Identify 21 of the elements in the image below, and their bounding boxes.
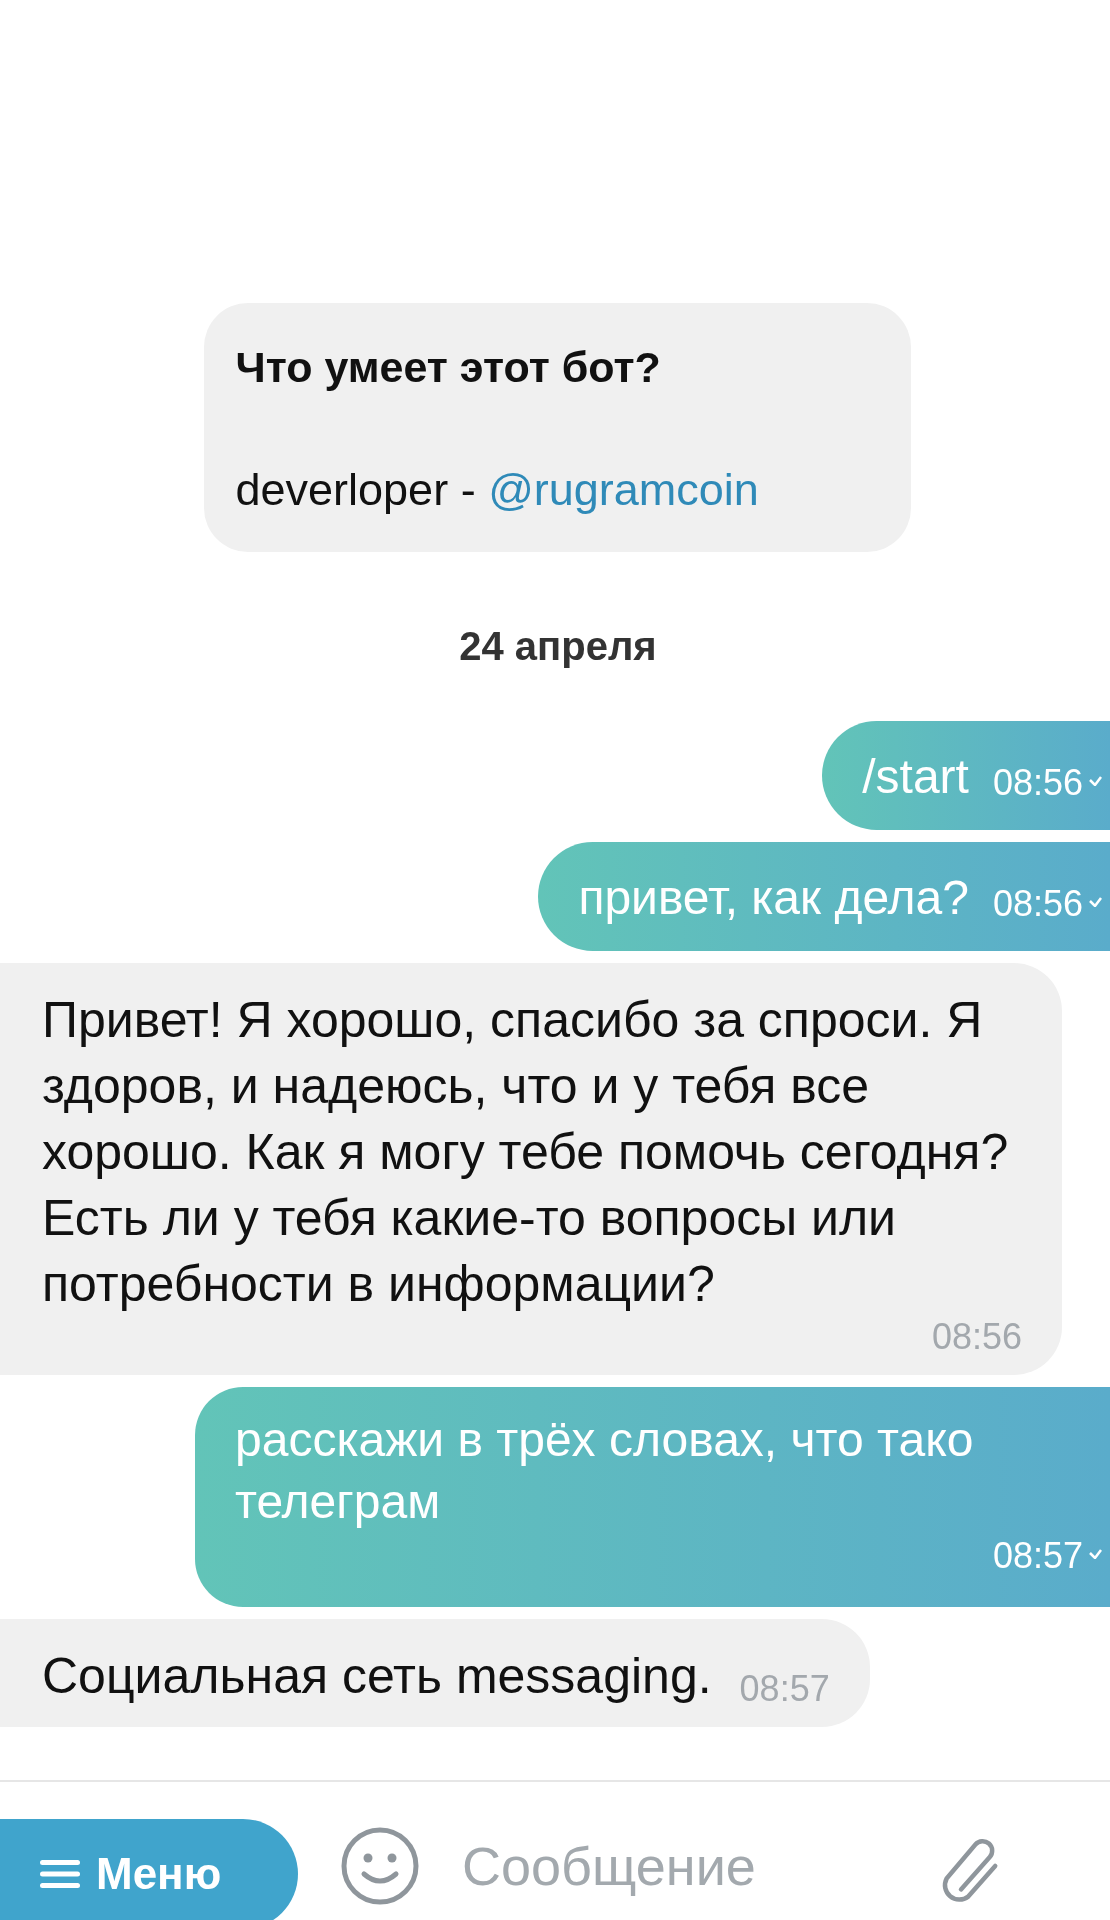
username-link[interactable]: @rugramcoin: [488, 464, 759, 515]
message-time: 08:57: [739, 1669, 830, 1709]
message-text: Привет! Я хорошо, спасибо за спроси. Я здоров, и надеюсь, что и у тебя все хорошо. Как я могу тебе помочь сегодня? Есть ли у тебя какие-то вопросы или потребности в информации?: [42, 991, 1010, 1314]
message-text: /start: [862, 749, 969, 804]
message-time: 08:56: [992, 762, 1083, 804]
date-label: 24 апреля: [458, 624, 657, 669]
message-time: 08:56: [992, 883, 1083, 925]
message-text: привет, как дела?: [578, 870, 969, 925]
intro-title: Что умеет этот бот?: [235, 343, 662, 392]
menu-icon: [40, 1859, 80, 1889]
check-icon: [1089, 776, 1102, 786]
check-icon: [1089, 897, 1102, 907]
message-time: 08:57: [992, 1534, 1083, 1578]
intro-text: deverloper - @rugramcoin: [235, 464, 760, 516]
check-icon: [1089, 1549, 1102, 1559]
emoji-icon[interactable]: [340, 1826, 420, 1906]
message-time: 08:56: [931, 1317, 1022, 1357]
message-input[interactable]: Сообщение: [460, 1834, 884, 1898]
message-text: расскажи в трёх словах, что тако телеграм: [235, 1412, 974, 1530]
menu-button[interactable]: Меню: [0, 1819, 298, 1920]
message-text: Социальная сеть messaging.: [42, 1647, 712, 1706]
